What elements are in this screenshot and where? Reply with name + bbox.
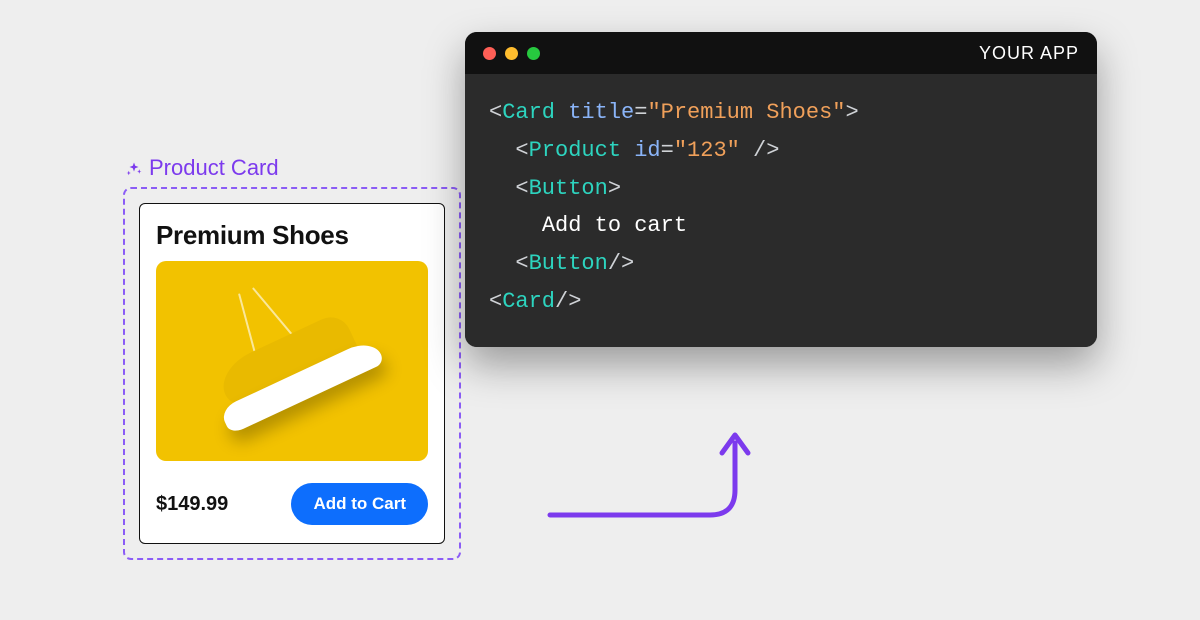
- minimize-icon[interactable]: [505, 47, 518, 60]
- close-icon[interactable]: [483, 47, 496, 60]
- sparkle-icon: [125, 159, 143, 177]
- selection-outline: Premium Shoes $149.99 Add to Cart: [123, 187, 461, 560]
- arrow-icon: [540, 425, 800, 535]
- code-window: YOUR APP <Card title="Premium Shoes"> <P…: [465, 32, 1097, 347]
- window-titlebar: YOUR APP: [465, 32, 1097, 74]
- maximize-icon[interactable]: [527, 47, 540, 60]
- product-card: Premium Shoes $149.99 Add to Cart: [139, 203, 445, 544]
- shoe-illustration: [199, 295, 385, 435]
- product-card-region: Product Card Premium Shoes $149.99 Add t…: [123, 155, 461, 560]
- product-footer: $149.99 Add to Cart: [156, 483, 428, 525]
- add-to-cart-button[interactable]: Add to Cart: [291, 483, 428, 525]
- product-image: [156, 261, 428, 461]
- component-label: Product Card: [125, 155, 461, 181]
- traffic-lights: [483, 47, 540, 60]
- product-price: $149.99: [156, 493, 228, 516]
- component-label-text: Product Card: [149, 155, 279, 181]
- window-title: YOUR APP: [979, 43, 1079, 64]
- code-body: <Card title="Premium Shoes"> <Product id…: [465, 74, 1097, 347]
- product-title: Premium Shoes: [156, 220, 428, 251]
